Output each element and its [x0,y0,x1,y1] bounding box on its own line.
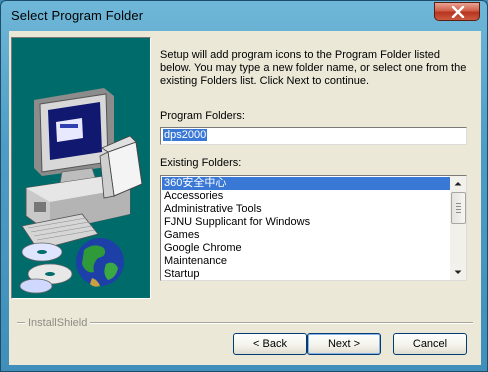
existing-folders-items: 360安全中心 Accessories Administrative Tools… [162,177,450,280]
globe-illustration [76,238,124,287]
installer-window: Select Program Folder Setup will add pro… [0,0,488,372]
program-folder-input[interactable]: dps2000 [160,127,467,145]
scroll-down-arrow-icon [454,270,462,274]
scroll-up-arrow-icon [454,182,462,186]
setup-illustration-panel [11,37,151,299]
list-item[interactable]: Accessories [162,190,450,203]
window-title: Select Program Folder [11,8,144,23]
close-icon [451,6,465,18]
cd-discs-illustration [19,242,73,294]
list-item-selected[interactable]: 360安全中心 [162,177,450,190]
list-item[interactable]: Maintenance [162,255,450,268]
program-folder-value: dps2000 [163,129,208,141]
scroll-down-button[interactable] [450,264,466,280]
program-folders-label: Program Folders: [160,110,245,122]
close-button[interactable] [434,2,480,21]
installshield-brand: InstallShield [25,317,91,329]
next-button[interactable]: Next > [307,333,381,355]
list-item[interactable]: Administrative Tools [162,203,450,216]
dialog-client-area: Setup will add program icons to the Prog… [9,31,481,365]
grip-line [456,209,461,210]
list-item[interactable]: FJNU Supplicant for Windows [162,216,450,229]
grip-line [456,206,461,207]
scroll-up-button[interactable] [450,176,466,192]
list-item[interactable]: Google Chrome [162,242,450,255]
title-bar[interactable]: Select Program Folder [1,1,487,31]
existing-folders-list[interactable]: 360安全中心 Accessories Administrative Tools… [160,175,467,281]
list-item[interactable]: Startup [162,268,450,280]
scroll-thumb[interactable] [451,192,466,224]
list-item[interactable]: Games [162,229,450,242]
intro-text: Setup will add program icons to the Prog… [160,49,467,87]
vertical-scrollbar[interactable] [450,176,466,280]
existing-folders-label: Existing Folders: [160,157,242,169]
grip-line [456,212,461,213]
cancel-button[interactable]: Cancel [393,333,467,355]
grip-line [456,203,461,204]
computer-illustration [19,88,143,294]
back-button[interactable]: < Back [233,333,307,355]
